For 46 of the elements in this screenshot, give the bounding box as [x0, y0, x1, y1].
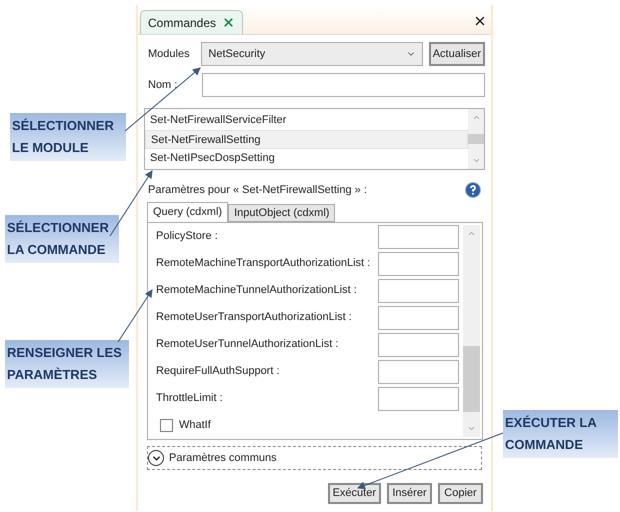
- tab[interactable]: Commandes: [140, 10, 244, 34]
- checkbox[interactable]: [160, 418, 173, 432]
- scrollbar[interactable]: [468, 109, 484, 169]
- action-button[interactable]: Exécuter: [328, 483, 381, 504]
- parameter-label: PolicyStore :: [156, 229, 218, 244]
- chevron-icon: [148, 450, 164, 466]
- scrollbar[interactable]: [463, 225, 480, 437]
- section-title: Paramètres pour « Set-NetFirewallSetting » :: [148, 182, 367, 198]
- parameter-label: ThrottleLimit :: [156, 391, 223, 406]
- list-item[interactable]: Set-NetFirewallSetting: [145, 130, 468, 149]
- parameter-label: RemoteMachineTransportAuthorizationList :: [156, 256, 370, 272]
- annotation-label: SÉLECTIONNER LA COMMANDE: [5, 215, 119, 263]
- action-button[interactable]: Copier: [438, 483, 483, 504]
- field-label: Modules: [148, 46, 191, 62]
- help-icon[interactable]: [465, 182, 481, 198]
- input-field[interactable]: [378, 252, 459, 276]
- scroll-up-icon[interactable]: [467, 229, 476, 238]
- parameter-label: RemoteUserTunnelAuthorizationList :: [156, 337, 338, 352]
- checkbox-label: WhatIf: [179, 418, 211, 433]
- annotation-label: EXÉCUTER LA COMMANDE: [503, 410, 618, 458]
- input-field[interactable]: [202, 73, 485, 97]
- refresh-button[interactable]: Actualiser: [428, 42, 485, 66]
- input-field[interactable]: [378, 224, 459, 248]
- annotation-label: SÉLECTIONNER LE MODULE: [10, 113, 126, 161]
- input-field[interactable]: [378, 332, 459, 356]
- input-field[interactable]: [378, 306, 459, 330]
- parameter-label: RemoteUserTransportAuthorizationList :: [156, 310, 352, 326]
- scroll-down-icon[interactable]: [467, 424, 476, 433]
- input-field[interactable]: [378, 278, 459, 302]
- tab[interactable]: Query (cdxml): [147, 202, 228, 222]
- action-button[interactable]: Insérer: [387, 483, 432, 504]
- list-item[interactable]: Set-NetFirewallServiceFilter: [145, 111, 468, 130]
- expander[interactable]: Paramètres communs: [147, 446, 482, 470]
- annotation-label: RENSEIGNER LES PARAMÈTRES: [5, 340, 129, 388]
- tab[interactable]: InputObject (cdxml): [228, 204, 336, 222]
- parameter-label: RemoteMachineTunnelAuthorizationList :: [156, 283, 357, 298]
- input-field[interactable]: [378, 386, 459, 410]
- parameter-label: RequireFullAuthSupport :: [156, 364, 280, 380]
- list-item[interactable]: Set-NetIPsecDospSetting: [145, 149, 468, 168]
- leader-line: [118, 289, 153, 342]
- scroll-down-icon[interactable]: [472, 156, 480, 165]
- module-dropdown[interactable]: NetSecurity: [201, 42, 423, 66]
- scroll-up-icon[interactable]: [472, 113, 480, 122]
- input-field[interactable]: [378, 360, 459, 384]
- command-list[interactable]: Set-NetFirewallServiceFilter Set-NetFirewallSetting Set-NetIPsecDospSetting: [144, 108, 485, 170]
- close-icon[interactable]: [473, 14, 487, 28]
